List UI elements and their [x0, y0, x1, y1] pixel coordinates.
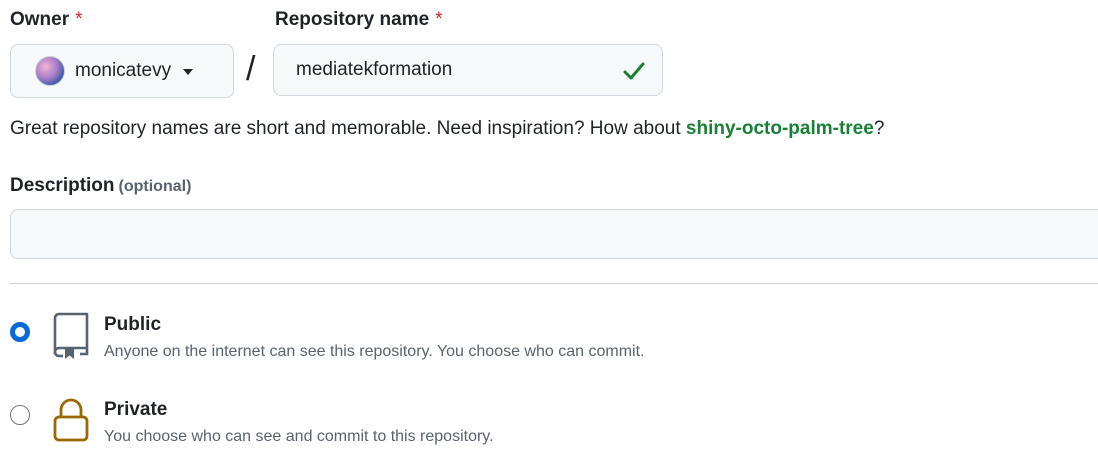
repo-required-mark: * — [435, 9, 443, 30]
description-field — [10, 209, 1098, 259]
private-description: You choose who can see and commit to thi… — [104, 428, 494, 445]
hint-suffix: ? — [873, 118, 885, 139]
owner-label: Owner * — [10, 9, 83, 31]
repo-name-input[interactable] — [274, 45, 662, 95]
repo-icon — [53, 312, 89, 359]
caret-down-icon — [183, 69, 194, 75]
new-repository-form: Owner* Repository name* monicatevy / Gre… — [0, 0, 1098, 450]
description-label: Description (optional) — [10, 175, 191, 197]
repo-name-field — [273, 44, 663, 96]
owner-label-text: Owner — [10, 9, 70, 30]
lock-icon — [53, 398, 89, 442]
public-description: Anyone on the internet can see this repo… — [104, 343, 645, 360]
repo-name-label: Repository name * — [275, 9, 443, 31]
visibility-option-private[interactable]: Private You choose who can see and commi… — [10, 395, 1010, 450]
description-label-text: Description — [10, 175, 115, 196]
section-divider — [10, 283, 1098, 284]
description-input[interactable] — [11, 210, 1098, 258]
private-radio[interactable] — [10, 405, 30, 425]
public-title: Public — [104, 314, 162, 335]
private-title: Private — [104, 399, 168, 420]
suggested-name-link[interactable]: shiny-octo-palm-tree — [686, 118, 874, 139]
owner-repo-separator: / — [246, 50, 256, 88]
repo-name-hint: Great repository names are short and mem… — [10, 118, 884, 140]
hint-prefix: Great repository names are short and mem… — [10, 118, 686, 139]
public-radio[interactable] — [10, 322, 30, 342]
visibility-option-public[interactable]: Public Anyone on the internet can see th… — [10, 310, 1010, 380]
check-icon — [623, 62, 645, 80]
avatar — [35, 56, 65, 86]
description-optional-note: (optional) — [118, 178, 192, 195]
repo-name-label-text: Repository name — [275, 9, 430, 30]
owner-name: monicatevy — [75, 60, 172, 81]
owner-dropdown-button[interactable]: monicatevy — [10, 44, 234, 98]
owner-required-mark: * — [75, 9, 83, 30]
